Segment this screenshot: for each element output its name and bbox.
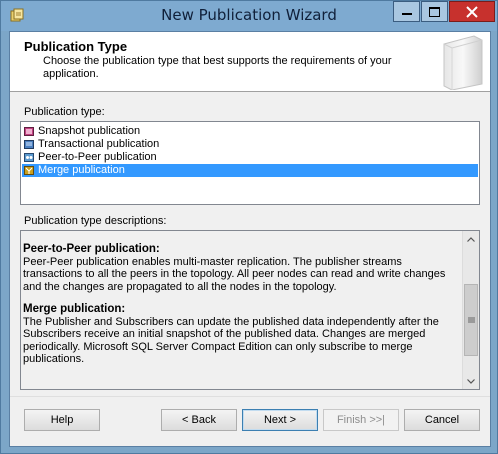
back-button[interactable]: < Back [161,409,237,431]
cancel-button[interactable]: Cancel [404,409,480,431]
scroll-down-button[interactable] [463,373,479,389]
description-heading-merge: Merge publication: [23,303,126,315]
publication-type-label: Publication type: [24,106,105,118]
close-button[interactable] [449,1,495,22]
description-scrollbar[interactable] [462,231,479,389]
description-heading-peer-to-peer: Peer-to-Peer publication: [23,243,160,255]
chevron-down-icon [467,378,475,384]
list-item-label: Transactional publication [38,138,160,150]
page-title: Publication Type [24,39,128,54]
publication-type-list[interactable]: Snapshot publication Transactional publi… [20,121,480,205]
wizard-header: Publication Type Choose the publication … [10,32,490,92]
chevron-up-icon [467,236,475,242]
transactional-publication-icon [24,140,34,149]
help-button[interactable]: Help [24,409,100,431]
database-glass-icon [443,35,483,90]
grip-icon [467,317,475,323]
wizard-client-area: Publication Type Choose the publication … [9,31,491,447]
wizard-window: New Publication Wizard Publication Type … [0,0,498,454]
description-body-merge: The Publisher and Subscribers can update… [23,315,439,366]
page-subtitle: Choose the publication type that best su… [43,55,392,80]
list-item-snapshot-publication[interactable]: Snapshot publication [22,125,478,138]
publication-type-descriptions-label: Publication type descriptions: [24,215,167,227]
minimize-button[interactable] [393,1,420,22]
title-bar[interactable]: New Publication Wizard [1,1,497,31]
list-item-peer-to-peer-publication[interactable]: Peer-to-Peer publication [22,151,478,164]
maximize-icon [429,6,440,17]
description-body-peer-to-peer: Peer-Peer publication enables multi-mast… [23,255,446,293]
scroll-up-button[interactable] [463,231,479,247]
wizard-footer: Help < Back Next > Finish >>| Cancel [10,396,490,446]
close-icon [466,5,478,18]
minimize-icon [401,12,412,15]
list-item-label: Merge publication [38,164,125,176]
snapshot-publication-icon [24,127,34,136]
scrollbar-thumb[interactable] [464,284,478,356]
list-item-label: Snapshot publication [38,125,141,137]
list-item-transactional-publication[interactable]: Transactional publication [22,138,478,151]
list-item-label: Peer-to-Peer publication [38,151,157,163]
list-item-merge-publication[interactable]: Merge publication [22,164,478,177]
description-panel[interactable]: Peer-to-Peer publication: Peer-Peer publ… [20,230,480,390]
next-button[interactable]: Next > [242,409,318,431]
description-content: Peer-to-Peer publication: Peer-Peer publ… [23,243,461,372]
maximize-button[interactable] [421,1,448,22]
merge-publication-icon [24,166,34,175]
peer-to-peer-publication-icon [24,153,34,162]
finish-button[interactable]: Finish >>| [323,409,399,431]
